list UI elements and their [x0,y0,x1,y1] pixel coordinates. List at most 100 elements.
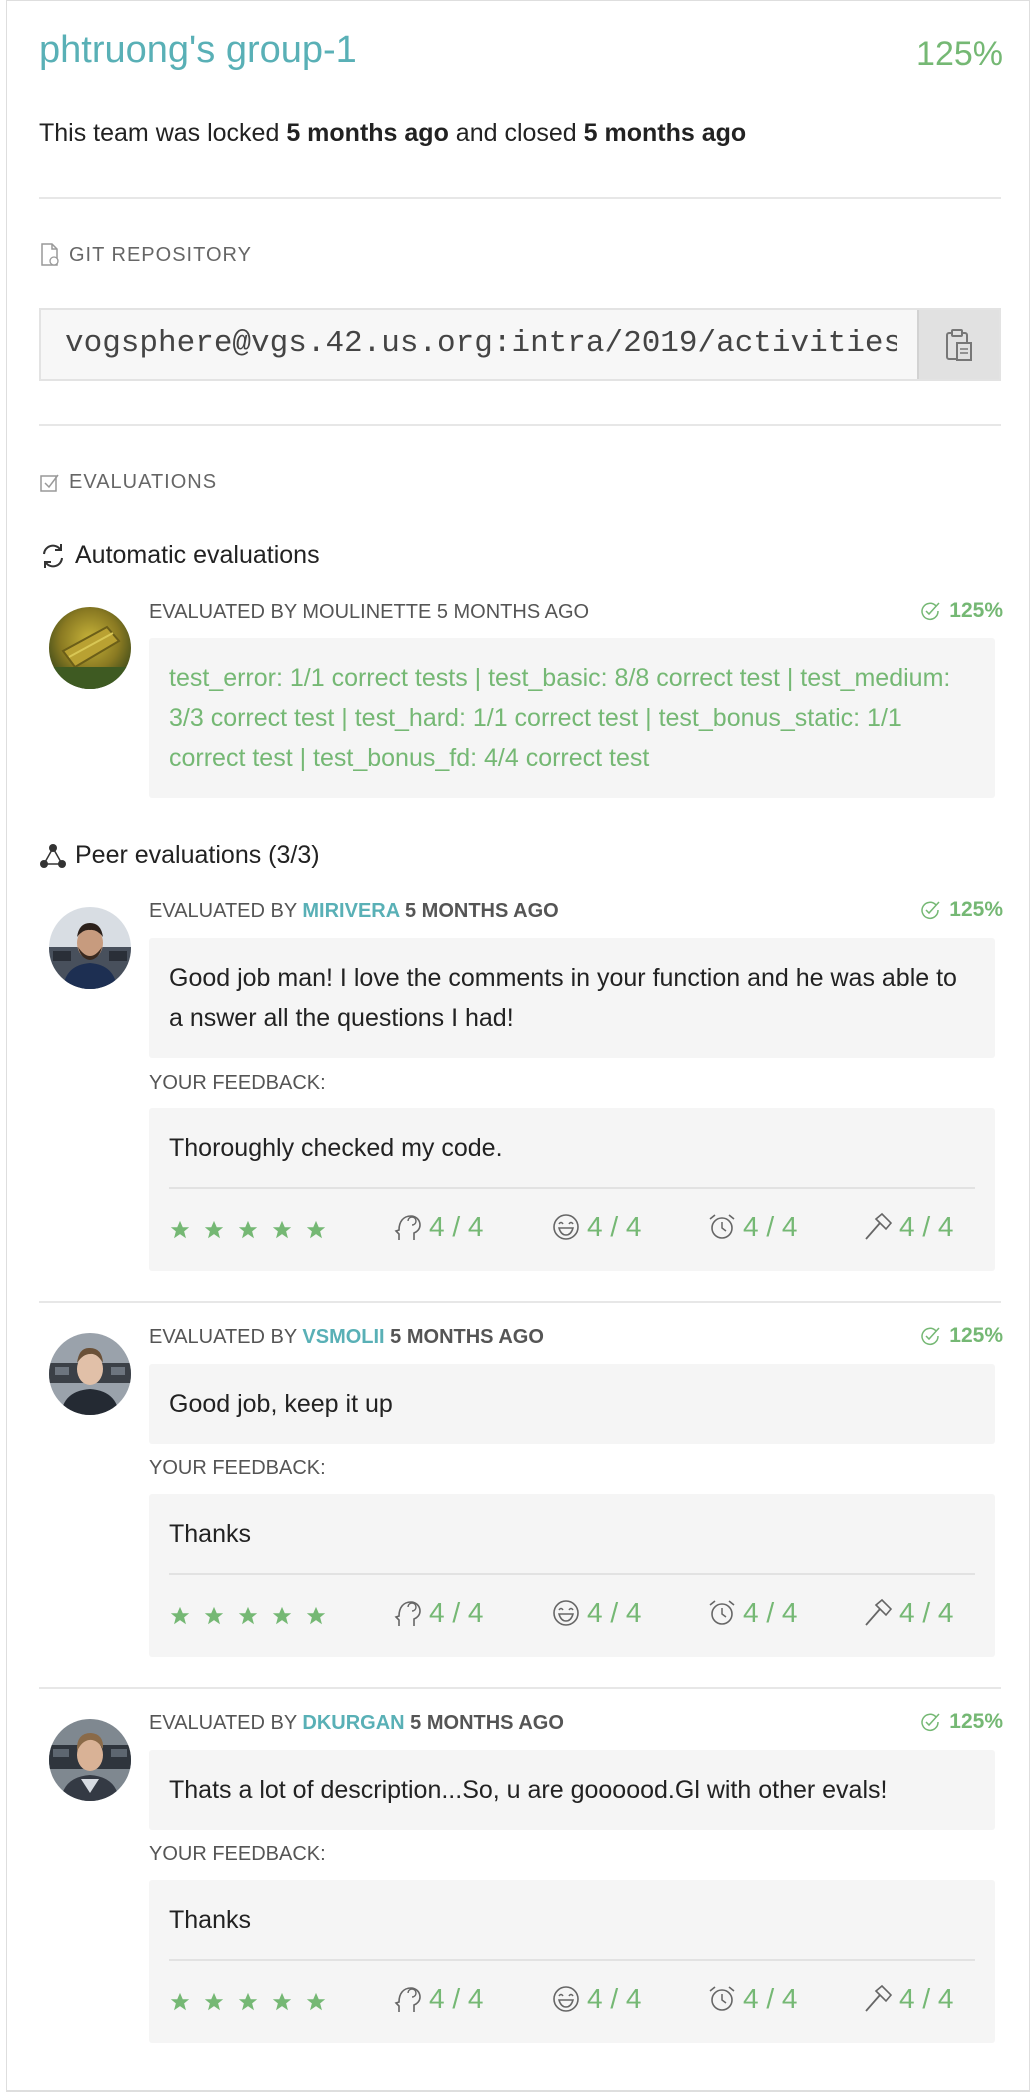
rating-interest: 4 / 4 [393,1211,483,1243]
team-title[interactable]: phtruong's group-1 [39,29,357,72]
evaluated-by-line: EVALUATED BY VSMOLII 5 MONTHS AGO [149,1326,544,1349]
rating-punctuality: 4 / 4 [707,1983,797,2015]
feedback-box: Thanks 4 / 4 4 / 4 4 / 4 4 / 4 [149,1494,995,1657]
locked-mid: and closed [448,119,584,147]
feedback-stars [169,1605,327,1627]
feedback-text: Thanks [169,1520,251,1548]
rating-value: 4 / 4 [429,1597,484,1628]
star-icon [238,1606,258,1625]
rating-rigor: 4 / 4 [863,1983,953,2015]
closed-when: 5 months ago [583,119,747,147]
feedback-box: Thanks 4 / 4 4 / 4 4 / 4 4 / 4 [149,1880,995,2043]
evaluation-time: 5 MONTHS AGO [384,1326,544,1348]
automatic-evaluated-by: EVALUATED BY MOULINETTE 5 MONTHS AGO [149,601,590,623]
alarm-clock-icon [709,1214,735,1239]
evaluation-score-value: 125% [949,1324,1003,1347]
rating-value: 4 / 4 [587,1211,642,1242]
feedback-divider [169,1573,975,1575]
rating-value: 4 / 4 [429,1211,484,1242]
hammer-icon [865,1598,893,1626]
star-icon [204,1606,224,1625]
star-icon [306,1220,326,1239]
laughing-face-icon [553,1214,579,1240]
rating-value: 4 / 4 [899,1211,954,1242]
alarm-clock-icon [709,1600,735,1625]
evaluation-comment: Good job, keep it up [169,1390,393,1418]
rating-value: 4 / 4 [743,1211,798,1242]
evaluator-avatar[interactable] [49,1333,131,1415]
peer-evaluations-heading: Peer evaluations (3/3) [39,841,320,870]
evaluator-login-link[interactable]: VSMOLII [302,1326,384,1348]
check-circle-icon [921,1713,940,1731]
rating-rigor: 4 / 4 [863,1211,953,1243]
rating-punctuality: 4 / 4 [707,1211,797,1243]
feedback-box: Thoroughly checked my code. 4 / 4 4 / 4 … [149,1108,995,1271]
evaluated-by-prefix: EVALUATED BY [149,900,303,922]
evaluation-score: 125% [919,898,1003,922]
feedback-stars [169,1219,327,1241]
hammer-icon [865,1984,893,2012]
laughing-face-icon [553,1986,579,2012]
star-icon [204,1220,224,1239]
network-icon [40,843,66,868]
git-repository-section-title: GIT REPOSITORY [39,243,252,267]
star-icon [306,1606,326,1625]
locked-when: 5 months ago [286,119,449,147]
evaluations-label: EVALUATIONS [69,471,218,493]
refresh-icon [43,543,63,568]
star-icon [272,1992,292,2011]
check-circle-icon [921,901,940,919]
star-icon [170,1992,190,2011]
star-icon [170,1220,190,1239]
evaluated-by-line: EVALUATED BY MIRIVERA 5 MONTHS AGO [149,900,559,923]
rating-attitude: 4 / 4 [551,1211,641,1243]
evaluation-score-value: 125% [949,898,1003,921]
locked-prefix: This team was locked [39,119,287,147]
git-repository-label: GIT REPOSITORY [69,243,252,266]
clipboard-icon [946,328,972,361]
team-panel: phtruong's group-1 125% This team was lo… [6,0,1030,2092]
evaluator-login-link[interactable]: MIRIVERA [302,900,399,922]
automatic-score: 125% [919,599,1003,623]
star-icon [170,1606,190,1625]
evaluated-by-prefix: EVALUATED BY [149,1326,303,1348]
evaluation-score: 125% [919,1710,1003,1734]
evaluator-avatar[interactable] [49,1719,131,1801]
rating-value: 4 / 4 [587,1983,642,2014]
divider [39,424,1001,426]
feedback-divider [169,1187,975,1189]
copy-repository-button[interactable] [917,310,999,379]
evaluation-score: 125% [919,1324,1003,1348]
automatic-evaluations-heading: Automatic evaluations [39,541,320,570]
your-feedback-label: YOUR FEEDBACK: [149,1457,326,1479]
rating-attitude: 4 / 4 [551,1597,641,1629]
laughing-face-icon [553,1600,579,1626]
git-repository-field[interactable]: vogsphere@vgs.42.us.org:intra/2019/activ… [39,308,1001,381]
team-score: 125% [916,35,1003,73]
star-icon [238,1220,258,1239]
file-icon [41,243,59,266]
divider [39,197,1001,199]
evaluation-time: 5 MONTHS AGO [399,900,559,922]
check-circle-icon [921,602,940,620]
divider [39,1687,1001,1689]
evaluation-comment-box: Good job man! I love the comments in you… [149,938,995,1058]
evaluation-time: 5 MONTHS AGO [404,1712,564,1734]
feedback-text: Thanks [169,1906,251,1934]
evaluation-comment: Good job man! I love the comments in you… [169,964,957,1032]
star-icon [272,1220,292,1239]
hammer-icon [865,1212,893,1240]
git-repository-url[interactable]: vogsphere@vgs.42.us.org:intra/2019/activ… [65,324,897,364]
rating-punctuality: 4 / 4 [707,1597,797,1629]
evaluator-avatar[interactable] [49,907,131,989]
speaker-head-icon [394,1601,421,1626]
feedback-stars [169,1991,327,2013]
evaluation-comment: Thats a lot of description...So, u are g… [169,1776,888,1804]
rating-interest: 4 / 4 [393,1597,483,1629]
rating-value: 4 / 4 [899,1597,954,1628]
automatic-evaluations-label: Automatic evaluations [75,541,320,569]
evaluation-comment-box: Thats a lot of description...So, u are g… [149,1750,995,1830]
evaluator-login-link[interactable]: DKURGAN [302,1712,404,1734]
automatic-result-box: test_error: 1/1 correct tests | test_bas… [149,638,995,798]
automatic-result-text: test_error: 1/1 correct tests | test_bas… [169,664,951,772]
